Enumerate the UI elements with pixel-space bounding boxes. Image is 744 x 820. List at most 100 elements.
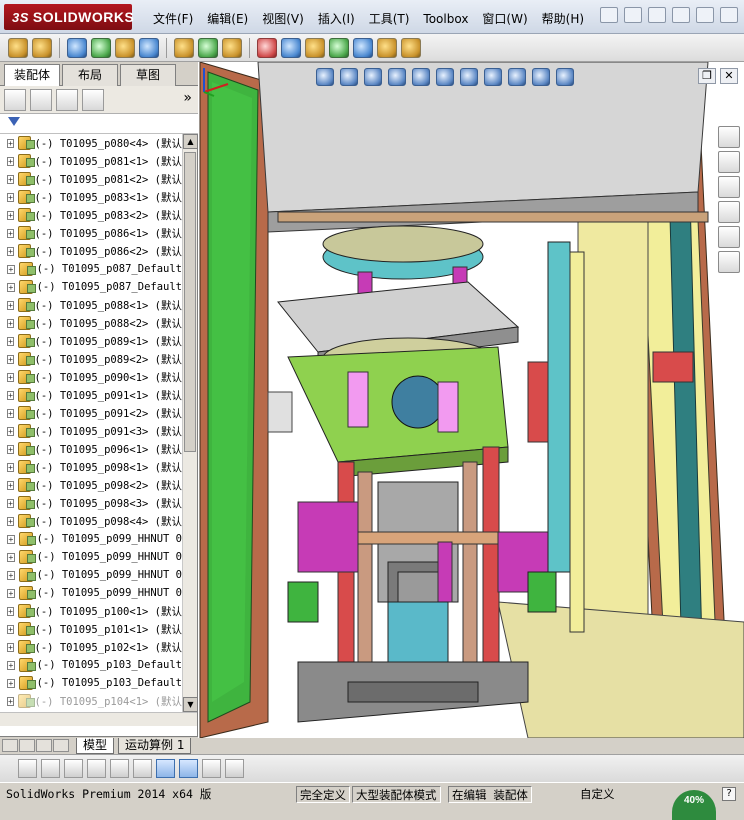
- tree-vertical-scrollbar[interactable]: ▲ ▼: [182, 134, 198, 712]
- expand-icon[interactable]: +: [7, 138, 15, 148]
- expand-icon[interactable]: +: [7, 192, 15, 202]
- tree-row[interactable]: + (-) T01095_p080<4> (默认: [0, 134, 182, 152]
- file-explorer-icon[interactable]: [718, 176, 740, 198]
- scroll-up-icon[interactable]: ▲: [183, 134, 198, 149]
- expand-icon[interactable]: +: [7, 174, 15, 184]
- solidworks-resources-icon[interactable]: [718, 126, 740, 148]
- menu-file[interactable]: 文件(F): [146, 10, 200, 28]
- show-hidden-icon[interactable]: [174, 37, 194, 58]
- previous-view-icon[interactable]: [364, 68, 382, 86]
- expand-icon[interactable]: +: [7, 300, 15, 310]
- expand-icon[interactable]: +: [7, 678, 15, 688]
- tab-model[interactable]: 模型: [76, 738, 115, 754]
- explode-line-sketch-icon[interactable]: [329, 37, 349, 58]
- tree-row[interactable]: + (-) T01095_p086<1> (默认: [0, 224, 182, 242]
- scroll-down-icon[interactable]: ▼: [183, 697, 198, 712]
- expand-icon[interactable]: +: [7, 372, 15, 382]
- expand-icon[interactable]: +: [7, 534, 15, 544]
- tree-horizontal-scrollbar[interactable]: [0, 712, 197, 726]
- tree-row[interactable]: + (-) T01095_p081<2> (默认: [0, 170, 182, 188]
- tab-layout[interactable]: 布局: [62, 64, 118, 86]
- expand-icon[interactable]: +: [7, 696, 15, 706]
- help-question-icon[interactable]: ?: [722, 787, 736, 801]
- expand-icon[interactable]: +: [7, 246, 15, 256]
- tree-row[interactable]: + (-) T01095_p103_Default: [0, 674, 182, 692]
- tree-row[interactable]: + (-) T01095_p083<2> (默认: [0, 206, 182, 224]
- save-icon[interactable]: [225, 759, 244, 778]
- display-manager-icon[interactable]: [82, 88, 104, 111]
- new-part-icon[interactable]: [32, 37, 52, 58]
- graphics-area[interactable]: ❐ ✕: [198, 62, 744, 738]
- 3d-view-icon[interactable]: [179, 759, 198, 778]
- tree-row[interactable]: + (-) T01095_p102<1> (默认: [0, 638, 182, 656]
- tree-row[interactable]: + (-) T01095_p096<1> (默认: [0, 440, 182, 458]
- expand-icon[interactable]: +: [7, 642, 15, 652]
- tree-row[interactable]: + (-) T01095_p091<3> (默认: [0, 422, 182, 440]
- tree-row[interactable]: + (-) T01095_p088<2> (默认: [0, 314, 182, 332]
- tree-row[interactable]: + (-) T01095_p098<4> (默认: [0, 512, 182, 530]
- expand-icon[interactable]: +: [7, 552, 15, 562]
- custom-properties-icon[interactable]: [718, 251, 740, 273]
- assembly-features-icon[interactable]: [198, 37, 218, 58]
- edit-appearance-icon[interactable]: [508, 68, 526, 86]
- feature-manager-tree-icon[interactable]: [4, 88, 26, 111]
- minimize-icon[interactable]: [672, 7, 690, 23]
- relations-icon[interactable]: [64, 759, 83, 778]
- tree-row[interactable]: + (-) T01095_p099_HHNUT 0: [0, 566, 182, 584]
- tree-row[interactable]: + (-) T01095_p101<1> (默认: [0, 620, 182, 638]
- pin-icon[interactable]: [600, 7, 618, 23]
- tree-row[interactable]: + (-) T01095_p087_Default: [0, 278, 182, 296]
- restore-icon[interactable]: [696, 7, 714, 23]
- apply-scene-icon[interactable]: [532, 68, 550, 86]
- reference-geometry-icon[interactable]: [222, 37, 242, 58]
- tab-assembly[interactable]: 装配体: [4, 64, 60, 87]
- viewport-close-icon[interactable]: ✕: [720, 68, 738, 84]
- tree-row[interactable]: + (-) T01095_p104<1> (默认: [0, 692, 182, 710]
- tree-row[interactable]: + (-) T01095_p099_HHNUT 0: [0, 530, 182, 548]
- tree-row[interactable]: + (-) T01095_p089<1> (默认: [0, 332, 182, 350]
- expand-icon[interactable]: +: [7, 660, 15, 670]
- tree-row[interactable]: + (-) T01095_p098<1> (默认: [0, 458, 182, 476]
- menu-insert[interactable]: 插入(I): [311, 10, 362, 28]
- display-style-icon[interactable]: [460, 68, 478, 86]
- tree-row[interactable]: + (-) T01095_p103_Default: [0, 656, 182, 674]
- view-palette-icon[interactable]: [718, 201, 740, 223]
- expand-icon[interactable]: +: [7, 264, 15, 274]
- tab-motion-study[interactable]: 运动算例 1: [118, 738, 192, 754]
- configuration-manager-icon[interactable]: [56, 88, 78, 111]
- tree-row[interactable]: + (-) T01095_p087_Default: [0, 260, 182, 278]
- rebuild-icon[interactable]: [133, 759, 152, 778]
- expand-icon[interactable]: +: [7, 606, 15, 616]
- menu-edit[interactable]: 编辑(E): [200, 10, 255, 28]
- tree-row[interactable]: + (-) T01095_p098<2> (默认: [0, 476, 182, 494]
- expand-icon[interactable]: +: [7, 480, 15, 490]
- menu-window[interactable]: 窗口(W): [475, 10, 534, 28]
- menu-help[interactable]: 帮助(H): [535, 10, 591, 28]
- view-orientation-icon[interactable]: [436, 68, 454, 86]
- expand-icon[interactable]: +: [7, 624, 15, 634]
- tree-row[interactable]: + (-) T01095_p088<1> (默认: [0, 296, 182, 314]
- dynamic-annotation-icon[interactable]: [412, 68, 430, 86]
- help-icon[interactable]: [648, 7, 666, 23]
- menu-tools[interactable]: 工具(T): [362, 10, 417, 28]
- tree-row[interactable]: + (-) T01095_p089<2> (默认: [0, 350, 182, 368]
- hide-show-items-icon[interactable]: [484, 68, 502, 86]
- zoom-to-fit-icon[interactable]: [316, 68, 334, 86]
- expand-icon[interactable]: +: [7, 462, 15, 472]
- expand-icon[interactable]: +: [7, 354, 15, 364]
- menu-view[interactable]: 视图(V): [255, 10, 311, 28]
- zoom-to-area-icon[interactable]: [340, 68, 358, 86]
- tree-row[interactable]: + (-) T01095_p083<1> (默认: [0, 188, 182, 206]
- tree-row[interactable]: + (-) T01095_p098<3> (默认: [0, 494, 182, 512]
- tab-sketch[interactable]: 草图: [120, 64, 176, 86]
- tree-row[interactable]: + (-) T01095_p091<1> (默认: [0, 386, 182, 404]
- expand-icon[interactable]: +: [7, 588, 15, 598]
- sketch-tool-icon[interactable]: [18, 759, 37, 778]
- prev-tab-icon[interactable]: [19, 739, 35, 752]
- expand-icon[interactable]: +: [7, 444, 15, 454]
- expand-icon[interactable]: +: [7, 210, 15, 220]
- exploded-view-icon[interactable]: [305, 37, 325, 58]
- tree-row[interactable]: + (-) T01095_p091<2> (默认: [0, 404, 182, 422]
- expand-icon[interactable]: +: [7, 390, 15, 400]
- expand-icon[interactable]: +: [7, 318, 15, 328]
